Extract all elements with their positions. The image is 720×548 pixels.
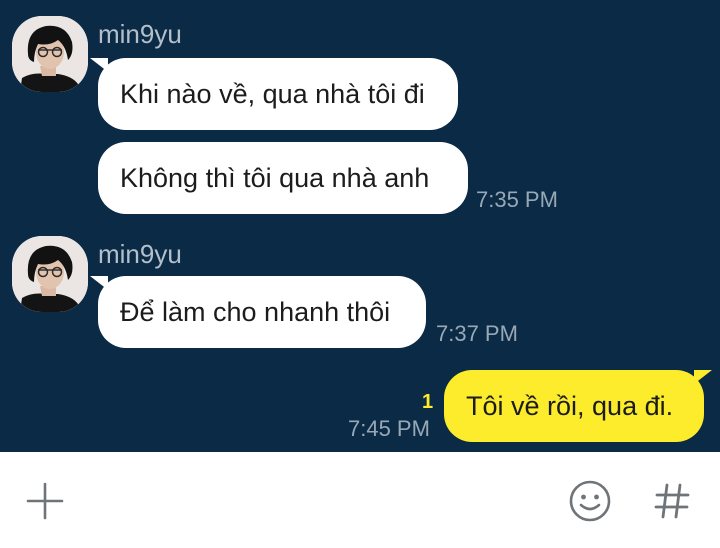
avatar[interactable]	[12, 16, 88, 92]
emoji-button[interactable]	[566, 477, 614, 525]
profile-photo-icon	[12, 236, 88, 312]
hashtag-button[interactable]	[648, 477, 696, 525]
avatar[interactable]	[12, 236, 88, 312]
message-timestamp: 7:35 PM	[476, 187, 558, 212]
sender-name: min9yu	[98, 19, 182, 49]
unread-count: 1	[422, 391, 434, 413]
hashtag-icon	[654, 483, 690, 519]
profile-photo-icon	[12, 16, 88, 92]
chat-area: min9yu Khi nào về, qua nhà tôi đi Không …	[0, 0, 720, 452]
message-timestamp: 7:45 PM	[348, 416, 430, 441]
emoji-icon	[569, 480, 611, 522]
message-text: Tôi về rồi, qua đi.	[466, 391, 674, 421]
incoming-message-bubble[interactable]: Không thì tôi qua nhà anh	[98, 142, 468, 214]
message-composer	[0, 452, 720, 548]
sender-name: min9yu	[98, 239, 182, 269]
message-text: Không thì tôi qua nhà anh	[120, 163, 430, 193]
message-timestamp: 7:37 PM	[436, 321, 518, 346]
add-attachment-button[interactable]	[22, 478, 68, 524]
incoming-message-bubble[interactable]: Khi nào về, qua nhà tôi đi	[90, 58, 458, 130]
outgoing-message-bubble[interactable]: Tôi về rồi, qua đi.	[444, 370, 712, 442]
message-text: Khi nào về, qua nhà tôi đi	[120, 79, 425, 109]
plus-icon	[26, 482, 64, 520]
message-text: Để làm cho nhanh thôi	[120, 297, 391, 327]
incoming-message-bubble[interactable]: Để làm cho nhanh thôi	[90, 276, 426, 348]
